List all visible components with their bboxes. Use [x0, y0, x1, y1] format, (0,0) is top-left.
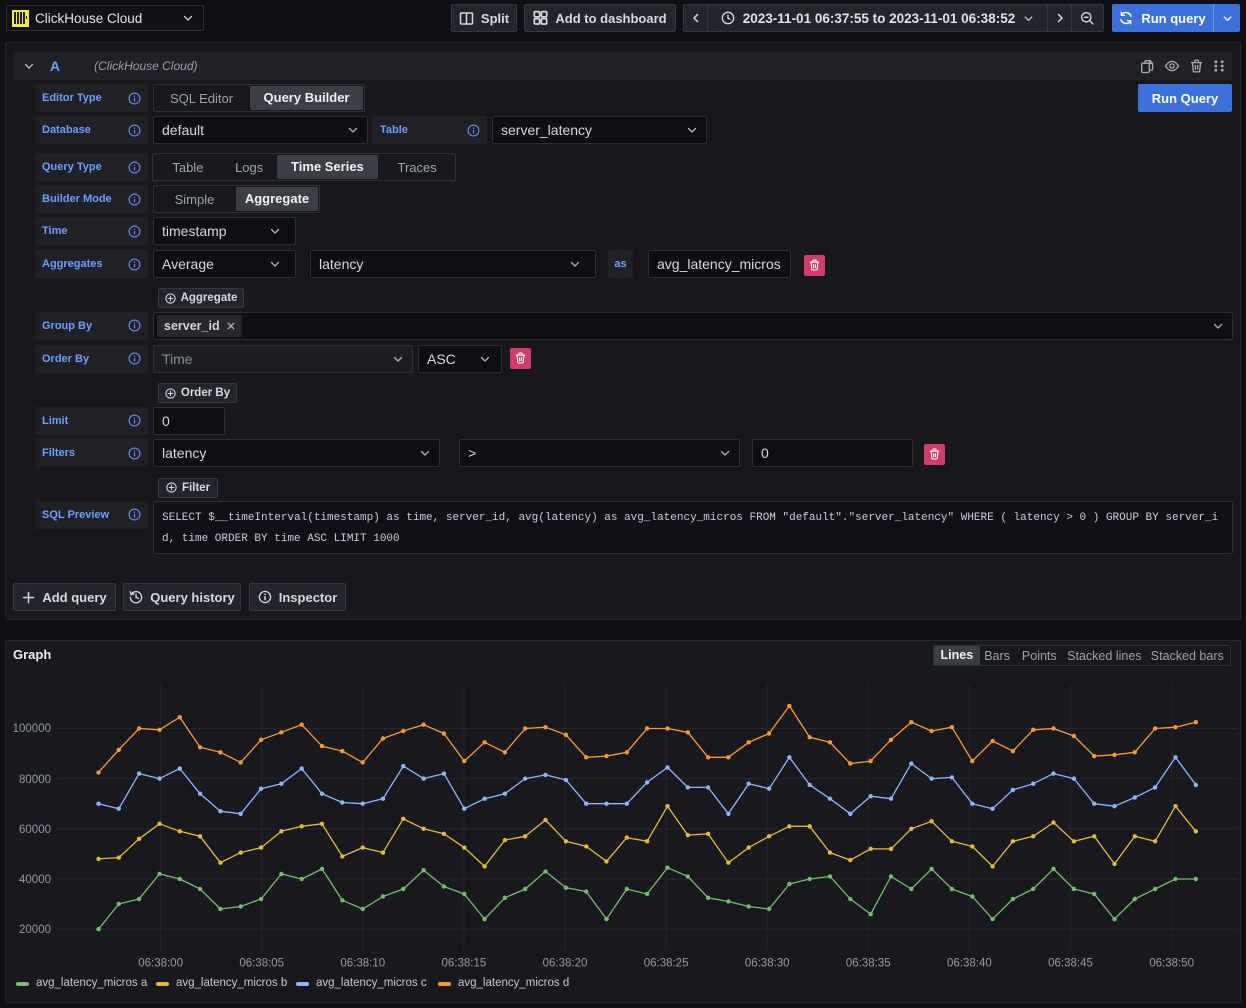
svg-text:06:38:30: 06:38:30: [745, 958, 790, 970]
svg-text:06:38:20: 06:38:20: [543, 958, 588, 970]
svg-text:06:38:40: 06:38:40: [947, 958, 992, 970]
svg-text:06:38:10: 06:38:10: [340, 958, 385, 970]
svg-text:06:38:45: 06:38:45: [1048, 958, 1093, 970]
svg-text:06:38:50: 06:38:50: [1149, 958, 1194, 970]
svg-text:20000: 20000: [19, 924, 51, 936]
svg-text:06:38:25: 06:38:25: [644, 958, 689, 970]
svg-text:06:38:05: 06:38:05: [239, 958, 284, 970]
svg-text:06:38:35: 06:38:35: [846, 958, 891, 970]
svg-text:80000: 80000: [19, 774, 51, 786]
svg-text:40000: 40000: [19, 874, 51, 886]
svg-text:06:38:00: 06:38:00: [138, 958, 183, 970]
svg-text:06:38:15: 06:38:15: [442, 958, 487, 970]
svg-text:100000: 100000: [13, 723, 51, 735]
svg-text:60000: 60000: [19, 824, 51, 836]
